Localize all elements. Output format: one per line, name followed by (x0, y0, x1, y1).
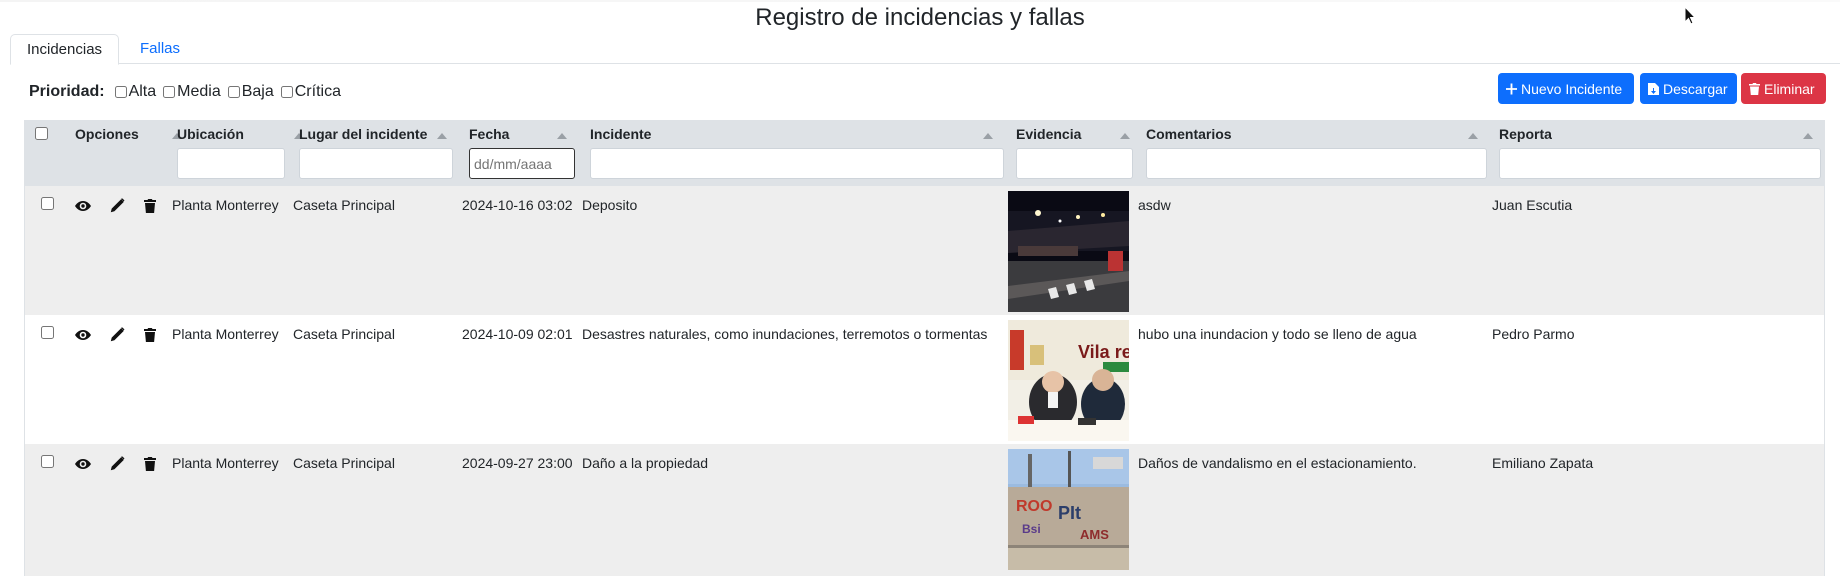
cell-reporta: Emiliano Zapata (1492, 455, 1594, 471)
header-reporta[interactable]: Reporta (1495, 121, 1824, 186)
pencil-icon[interactable] (109, 198, 125, 214)
cell-fecha: 2024-09-27 23:00 (462, 455, 573, 471)
table-row[interactable]: Planta Monterrey Caseta Principal 2024-1… (25, 315, 1824, 444)
header-incidente[interactable]: Incidente (586, 121, 1026, 186)
pencil-icon[interactable] (109, 456, 125, 472)
tab-incidencias[interactable]: Incidencias (10, 34, 120, 65)
cell-comentarios: asdw (1138, 197, 1171, 213)
page-title: Registro de incidencias y fallas (755, 4, 1085, 31)
cell-reporta: Pedro Parmo (1492, 326, 1575, 342)
cell-comentarios: hubo una inundacion y todo se lleno de a… (1138, 326, 1417, 342)
file-download-icon (1648, 82, 1659, 95)
header-comentarios[interactable]: Comentarios (1142, 121, 1507, 186)
filter-comentarios-input[interactable] (1146, 148, 1487, 179)
svg-text:AMS: AMS (1080, 527, 1109, 542)
evidence-thumbnail-press-conference[interactable]: Vila rea (1008, 320, 1129, 441)
mouse-cursor-icon (1684, 6, 1697, 25)
priority-label: Prioridad: (29, 83, 105, 100)
trash-icon[interactable] (142, 327, 158, 343)
cell-fecha: 2024-10-16 03:02 (462, 197, 573, 213)
header-evidencia[interactable]: Evidencia (1012, 121, 1142, 186)
new-incident-button[interactable]: Nuevo Incidente (1498, 73, 1634, 104)
sort-caret-icon (1468, 133, 1478, 139)
header-comentarios-label: Comentarios (1146, 126, 1232, 142)
table-header: Opciones Ubicación Lugar del incidente F… (25, 121, 1824, 186)
evidence-thumbnail-graffiti-wall[interactable]: ROO PIt Bsi AMS (1008, 449, 1129, 570)
cell-fecha: 2024-10-09 02:01 (462, 326, 573, 342)
incidents-table: Opciones Ubicación Lugar del incidente F… (24, 120, 1825, 576)
sort-caret-icon (557, 133, 567, 139)
header-incidente-label: Incidente (590, 126, 652, 142)
filter-ubicacion-input[interactable] (177, 148, 285, 179)
svg-text:PIt: PIt (1058, 503, 1081, 523)
select-all-checkbox[interactable] (35, 127, 48, 140)
trash-icon[interactable] (142, 456, 158, 472)
filter-baja-checkbox[interactable] (227, 86, 240, 98)
header-reporta-label: Reporta (1499, 126, 1552, 142)
table-row[interactable]: Planta Monterrey Caseta Principal 2024-1… (25, 186, 1824, 315)
sort-caret-icon (983, 133, 993, 139)
filter-critica-checkbox[interactable] (280, 86, 293, 98)
svg-text:Vila rea: Vila rea (1078, 342, 1129, 362)
filter-critica[interactable]: Crítica (280, 83, 341, 101)
row-select-checkbox[interactable] (41, 326, 54, 339)
header-select-all (25, 121, 69, 186)
header-lugar-label: Lugar del incidente (299, 126, 428, 142)
filter-reporta-input[interactable] (1499, 148, 1821, 179)
header-evidencia-label: Evidencia (1016, 126, 1082, 142)
filter-alta[interactable]: Alta (114, 83, 156, 101)
tab-fallas[interactable]: Fallas (124, 34, 196, 65)
cell-ubicacion: Planta Monterrey (172, 326, 279, 342)
header-fecha-label: Fecha (469, 126, 510, 142)
svg-text:Bsi: Bsi (1022, 522, 1041, 536)
svg-text:ROO: ROO (1016, 498, 1052, 515)
filter-fecha-input[interactable] (469, 148, 575, 179)
filter-media-checkbox[interactable] (163, 86, 176, 98)
table-row[interactable]: Planta Monterrey Caseta Principal 2024-0… (25, 444, 1824, 573)
eye-icon[interactable] (75, 456, 91, 472)
header-fecha[interactable]: Fecha (465, 121, 585, 186)
filter-alta-checkbox[interactable] (114, 86, 127, 98)
trash-icon[interactable] (142, 198, 158, 214)
download-button[interactable]: Descargar (1640, 73, 1737, 104)
sort-caret-icon (1803, 133, 1813, 139)
priority-filter: Prioridad: Alta Media Baja Crítica (29, 82, 344, 102)
header-opciones-label: Opciones (75, 126, 139, 142)
filter-baja[interactable]: Baja (227, 83, 274, 101)
cell-lugar: Caseta Principal (293, 326, 395, 342)
filter-lugar-input[interactable] (299, 148, 453, 179)
cell-incidente: Desastres naturales, como inundaciones, … (582, 326, 988, 342)
header-ubicacion[interactable]: Ubicación (173, 121, 308, 186)
cell-comentarios: Daños de vandalismo en el estacionamient… (1138, 455, 1417, 471)
top-border (0, 0, 1840, 2)
plus-icon (1506, 83, 1517, 94)
pencil-icon[interactable] (109, 327, 125, 343)
header-ubicacion-label: Ubicación (177, 126, 244, 142)
cell-reporta: Juan Escutia (1492, 197, 1573, 213)
cell-ubicacion: Planta Monterrey (172, 197, 279, 213)
sort-caret-icon (1120, 133, 1130, 139)
trash-icon (1749, 82, 1760, 95)
eye-icon[interactable] (75, 198, 91, 214)
cell-lugar: Caseta Principal (293, 197, 395, 213)
evidence-thumbnail-night-parking[interactable] (1008, 191, 1129, 312)
cell-incidente: Daño a la propiedad (582, 455, 709, 471)
cell-incidente: Deposito (582, 197, 638, 213)
row-select-checkbox[interactable] (41, 455, 54, 468)
filter-incidente-input[interactable] (590, 148, 1004, 179)
tab-bar: Incidencias Fallas (10, 34, 1840, 65)
delete-button[interactable]: Eliminar (1741, 73, 1826, 104)
filter-media[interactable]: Media (163, 83, 221, 101)
filter-evidencia-input[interactable] (1016, 148, 1133, 179)
row-select-checkbox[interactable] (41, 197, 54, 210)
eye-icon[interactable] (75, 327, 91, 343)
cell-ubicacion: Planta Monterrey (172, 455, 279, 471)
cell-lugar: Caseta Principal (293, 455, 395, 471)
sort-caret-icon (437, 133, 447, 139)
header-lugar[interactable]: Lugar del incidente (295, 121, 455, 186)
